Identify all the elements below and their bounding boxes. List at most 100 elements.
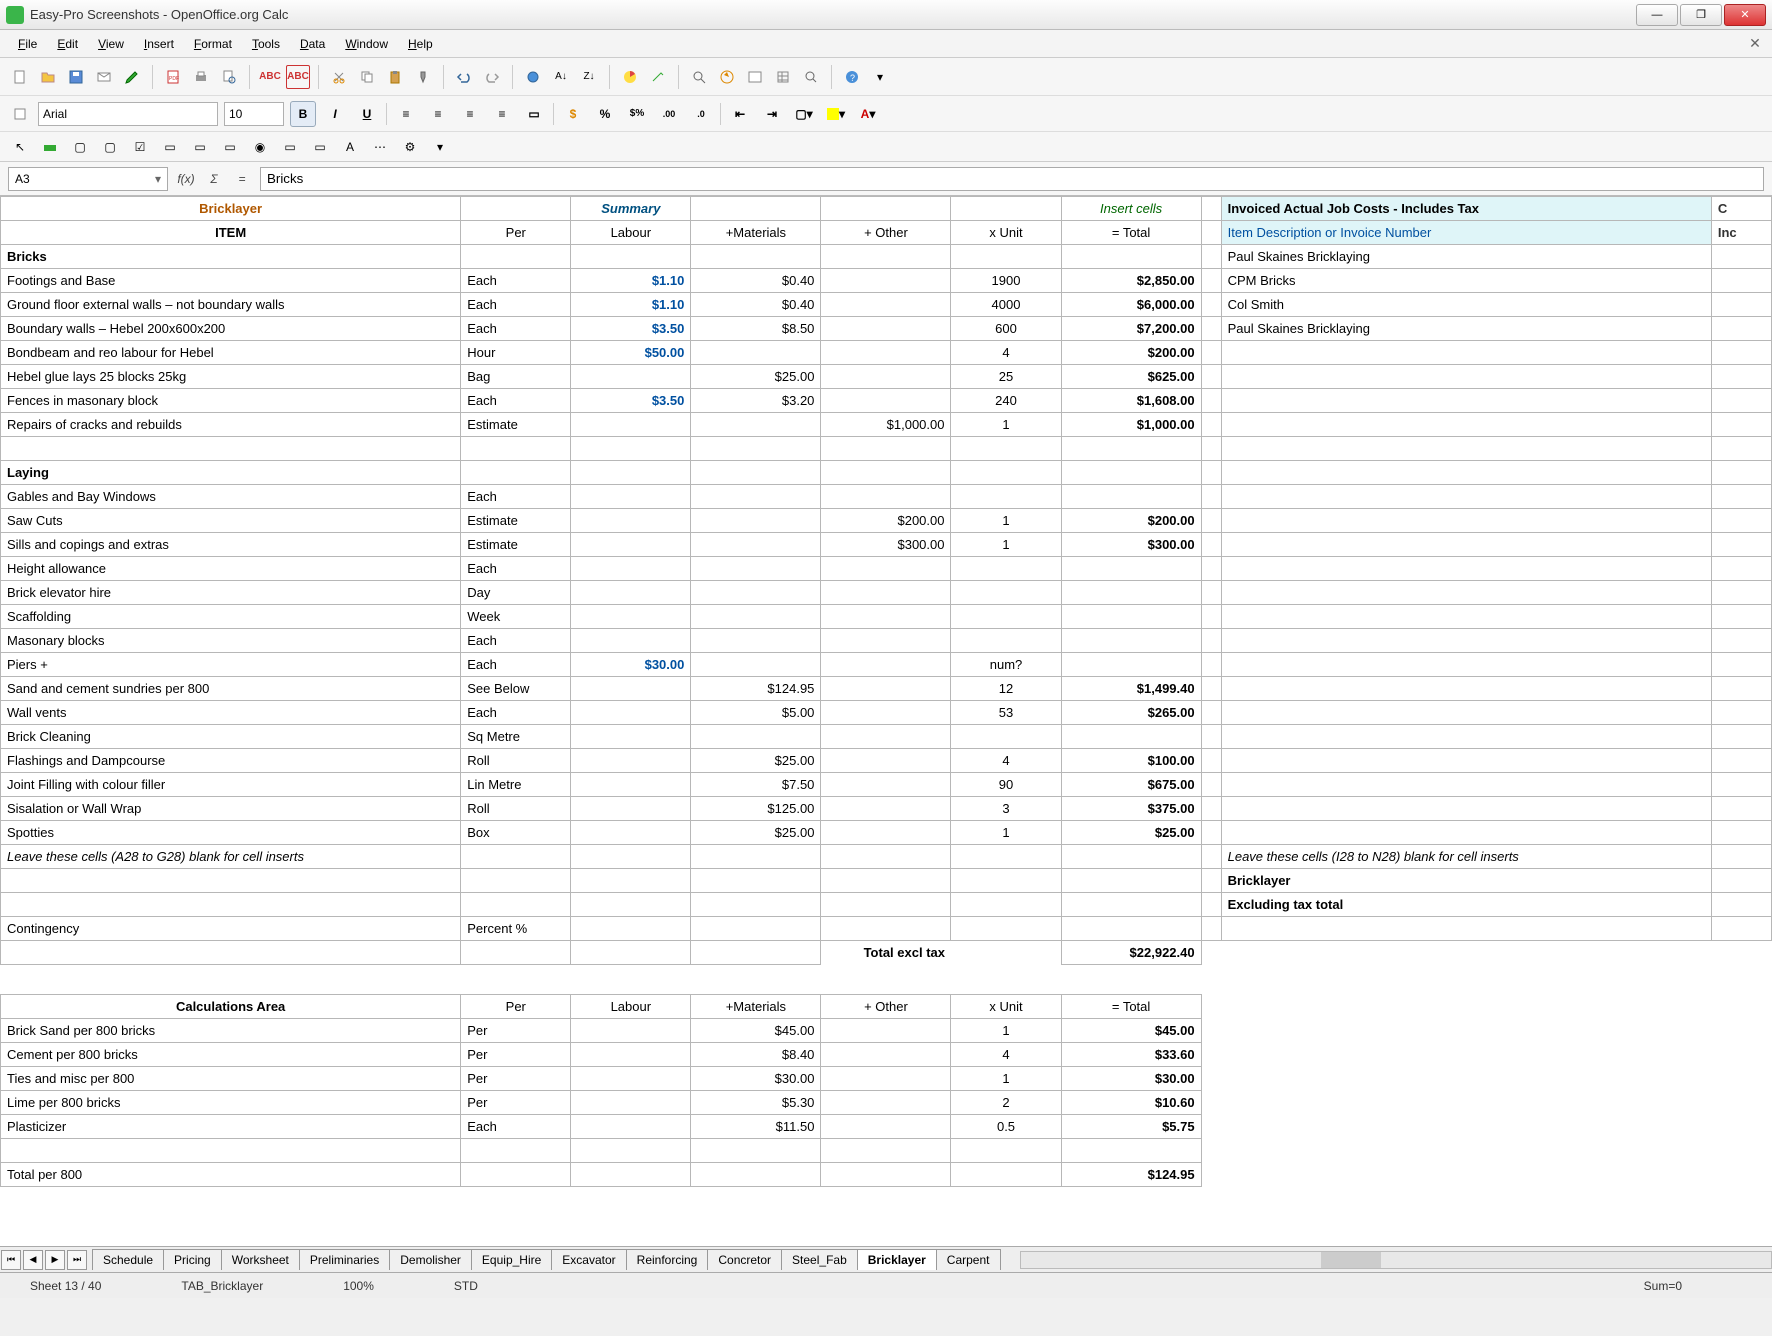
cell[interactable] xyxy=(1711,653,1771,677)
cell[interactable] xyxy=(1711,869,1771,893)
next-sheet-button[interactable]: ▶ xyxy=(45,1250,65,1270)
sheet-tab-concretor[interactable]: Concretor xyxy=(707,1249,782,1270)
cell[interactable]: 0.5 xyxy=(951,1115,1061,1139)
cell[interactable] xyxy=(1711,365,1771,389)
menu-data[interactable]: Data xyxy=(290,33,335,55)
cell[interactable]: $7,200.00 xyxy=(1061,317,1201,341)
cell[interactable]: $3.50 xyxy=(571,389,691,413)
control-icon[interactable]: ▢ xyxy=(68,135,92,159)
remove-decimal-icon[interactable]: .0 xyxy=(688,101,714,127)
cell[interactable] xyxy=(951,893,1061,917)
cell[interactable] xyxy=(571,557,691,581)
cell[interactable]: Labour xyxy=(571,995,691,1019)
cell[interactable] xyxy=(1061,725,1201,749)
first-sheet-button[interactable]: ⏮ xyxy=(1,1250,21,1270)
new-icon[interactable] xyxy=(8,65,32,89)
cell[interactable]: Percent % xyxy=(461,917,571,941)
cell[interactable] xyxy=(1,941,461,965)
cell[interactable] xyxy=(1221,365,1711,389)
cell[interactable] xyxy=(1201,485,1221,509)
cell[interactable] xyxy=(821,653,951,677)
cell[interactable] xyxy=(821,893,951,917)
bold-button[interactable]: B xyxy=(290,101,316,127)
cell[interactable] xyxy=(1711,581,1771,605)
cell[interactable] xyxy=(1711,701,1771,725)
cell[interactable]: $3.20 xyxy=(691,389,821,413)
cell[interactable]: 1 xyxy=(951,413,1061,437)
cell[interactable]: Box xyxy=(461,821,571,845)
cell[interactable] xyxy=(571,509,691,533)
cell[interactable] xyxy=(571,365,691,389)
cell[interactable] xyxy=(821,605,951,629)
cell[interactable] xyxy=(571,869,691,893)
cell[interactable]: $375.00 xyxy=(1061,797,1201,821)
cell[interactable]: Brick Cleaning xyxy=(1,725,461,749)
spreadsheet-area[interactable]: BricklayerSaveSummaryInsert cellsInvoice… xyxy=(0,196,1772,1246)
cell[interactable]: $3.50 xyxy=(571,317,691,341)
cell[interactable] xyxy=(691,725,821,749)
cell[interactable] xyxy=(461,1139,571,1163)
cell[interactable] xyxy=(1711,1115,1771,1139)
cell[interactable]: 4 xyxy=(951,1043,1061,1067)
cell[interactable]: Each xyxy=(461,389,571,413)
cell[interactable] xyxy=(691,1163,821,1187)
cell[interactable]: $6,000.00 xyxy=(1061,293,1201,317)
wizards-icon[interactable]: ⚙ xyxy=(398,135,422,159)
currency-icon[interactable]: $ xyxy=(560,101,586,127)
cell[interactable]: Contingency xyxy=(1,917,461,941)
cell[interactable] xyxy=(1201,869,1221,893)
cell[interactable]: $124.95 xyxy=(1061,1163,1201,1187)
cell[interactable] xyxy=(691,557,821,581)
cell[interactable] xyxy=(691,437,821,461)
select-icon[interactable]: ↖ xyxy=(8,135,32,159)
cell[interactable] xyxy=(1711,773,1771,797)
cell[interactable] xyxy=(1061,1139,1201,1163)
cell[interactable] xyxy=(951,485,1061,509)
cell[interactable] xyxy=(1711,509,1771,533)
cell[interactable]: num? xyxy=(951,653,1061,677)
cell[interactable] xyxy=(1061,917,1201,941)
gallery-icon[interactable] xyxy=(743,65,767,89)
cell[interactable]: $2,850.00 xyxy=(1061,269,1201,293)
cell[interactable] xyxy=(571,749,691,773)
percent-icon[interactable]: % xyxy=(592,101,618,127)
cell[interactable]: Spotties xyxy=(1,821,461,845)
cell[interactable] xyxy=(1711,797,1771,821)
cell[interactable]: $1.10 xyxy=(571,293,691,317)
sort-asc-icon[interactable]: A↓ xyxy=(549,65,573,89)
print-icon[interactable] xyxy=(189,65,213,89)
cell[interactable] xyxy=(1061,893,1201,917)
cell[interactable] xyxy=(571,701,691,725)
cell[interactable] xyxy=(571,773,691,797)
label-icon[interactable]: A xyxy=(338,135,362,159)
cell[interactable]: $1,000.00 xyxy=(821,413,951,437)
sheet-tab-reinforcing[interactable]: Reinforcing xyxy=(626,1249,709,1270)
cell[interactable] xyxy=(1201,509,1221,533)
cell[interactable]: $45.00 xyxy=(1061,1019,1201,1043)
cell[interactable] xyxy=(1201,1091,1221,1115)
cell[interactable] xyxy=(1,893,461,917)
cell[interactable]: 4000 xyxy=(951,293,1061,317)
cell[interactable] xyxy=(1711,293,1771,317)
cell[interactable]: Sand and cement sundries per 800 xyxy=(1,677,461,701)
cell[interactable] xyxy=(1061,437,1201,461)
cell[interactable]: Lime per 800 bricks xyxy=(1,1091,461,1115)
cell[interactable] xyxy=(1201,995,1221,1019)
cell[interactable]: $100.00 xyxy=(1061,749,1201,773)
cell[interactable]: $30.00 xyxy=(571,653,691,677)
cell[interactable] xyxy=(1201,1019,1221,1043)
italic-button[interactable]: I xyxy=(322,101,348,127)
cell[interactable] xyxy=(1711,941,1771,965)
cell[interactable] xyxy=(691,485,821,509)
cell[interactable] xyxy=(1061,965,1201,995)
increase-indent-icon[interactable]: ⇥ xyxy=(759,101,785,127)
cell[interactable] xyxy=(1201,1163,1221,1187)
cell[interactable]: $10.60 xyxy=(1061,1091,1201,1115)
cell[interactable]: Sq Metre xyxy=(461,725,571,749)
cell[interactable] xyxy=(1221,821,1711,845)
cell[interactable]: Bricklayer xyxy=(1221,869,1711,893)
cell[interactable]: $200.00 xyxy=(1061,341,1201,365)
sheet-tab-equip_hire[interactable]: Equip_Hire xyxy=(471,1249,552,1270)
cell[interactable] xyxy=(571,533,691,557)
cell[interactable]: $5.75 xyxy=(1061,1115,1201,1139)
